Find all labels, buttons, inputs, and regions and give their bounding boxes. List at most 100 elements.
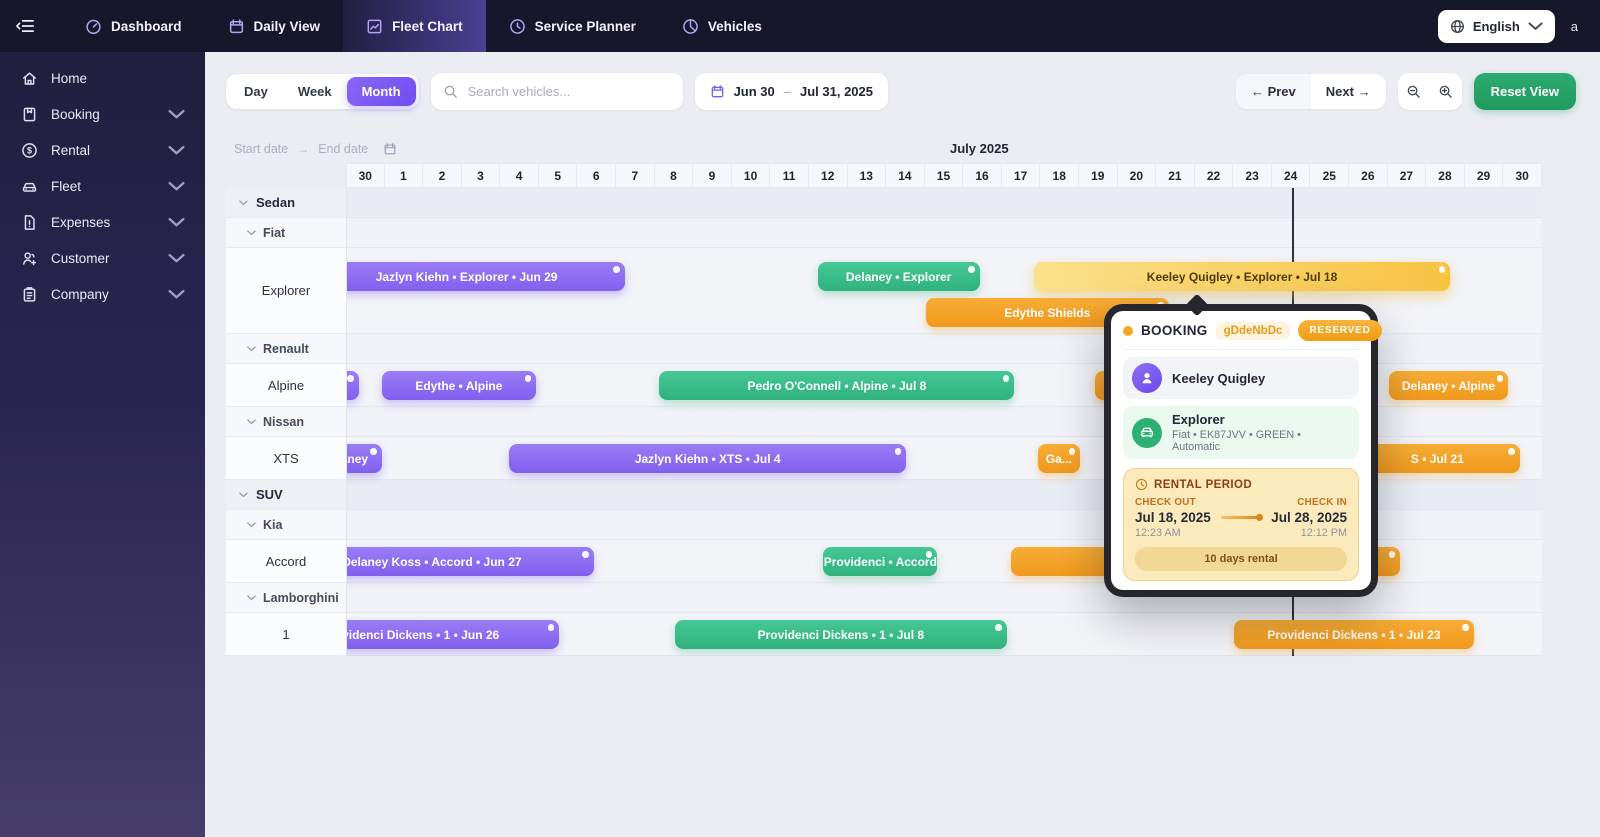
day-cell[interactable]: 21 <box>1156 163 1195 188</box>
zoom-in-button[interactable] <box>1430 73 1462 110</box>
day-cell[interactable]: 29 <box>1465 163 1504 188</box>
day-cell[interactable]: 18 <box>1040 163 1079 188</box>
prev-button[interactable]: ← Prev <box>1236 74 1311 109</box>
booking-bar[interactable]: Providenci Dickens • 1 • Jun 26 <box>347 620 559 649</box>
booking-bar-label: Providenci Dickens • 1 • Jul 8 <box>758 628 924 642</box>
booking-bar[interactable]: Jazlyn Kiehn • XTS • Jul 4 <box>509 444 906 473</box>
day-cell[interactable]: 3 <box>462 163 501 188</box>
booking-status-dot <box>1123 326 1133 336</box>
sidebar-item-rental[interactable]: $Rental <box>0 132 205 168</box>
check-in-label: CHECK IN <box>1297 497 1347 508</box>
booking-bar[interactable]: Ga... <box>1038 444 1080 473</box>
booking-bar[interactable]: Jazlyn Kiehn • Explorer • Jun 29 <box>347 262 625 291</box>
row-header-fiat[interactable]: Fiat <box>226 218 346 248</box>
day-cell[interactable]: 8 <box>655 163 694 188</box>
day-cell[interactable]: 10 <box>732 163 771 188</box>
nav-tab-fleet-chart[interactable]: Fleet Chart <box>343 0 486 52</box>
day-cell[interactable]: 23 <box>1233 163 1272 188</box>
row-header-lamborghini[interactable]: Lamborghini <box>226 583 346 613</box>
booking-bar[interactable]: Providenci Dickens • 1 • Jul 23 <box>1234 620 1473 649</box>
sidebar-item-expenses[interactable]: Expenses <box>0 204 205 240</box>
nav-tab-vehicles[interactable]: Vehicles <box>659 0 785 52</box>
view-mode-month[interactable]: Month <box>347 77 416 106</box>
day-cell[interactable]: 17 <box>1002 163 1041 188</box>
day-cell[interactable]: 30 <box>346 163 385 188</box>
zoom-in-icon <box>1438 84 1453 99</box>
nav-tab-dashboard[interactable]: Dashboard <box>62 0 205 52</box>
day-cell[interactable]: 4 <box>500 163 539 188</box>
row-header-suv[interactable]: SUV <box>226 480 346 510</box>
customer-avatar <box>1132 363 1162 393</box>
booking-popover: BOOKING gDdeNbDc RESERVED Keeley Quigley… <box>1104 304 1378 597</box>
booking-bar-dot <box>895 448 902 455</box>
day-cell[interactable]: 7 <box>616 163 655 188</box>
day-cell[interactable]: 2 <box>423 163 462 188</box>
day-cell[interactable]: 20 <box>1118 163 1157 188</box>
row-header-nissan[interactable]: Nissan <box>226 407 346 437</box>
sidebar-item-label: Expenses <box>51 215 110 230</box>
booking-bar-dot <box>1497 375 1504 382</box>
sidebar-item-booking[interactable]: Booking <box>0 96 205 132</box>
day-cell[interactable]: 26 <box>1349 163 1388 188</box>
chev-icon <box>247 595 256 601</box>
row-header-sedan[interactable]: Sedan <box>226 188 346 218</box>
booking-bar[interactable]: Delaney Koss • Accord • Jun 27 <box>347 547 594 576</box>
sidebar-item-label: Home <box>51 71 87 86</box>
day-cell[interactable]: 15 <box>925 163 964 188</box>
sidebar-item-home[interactable]: Home <box>0 60 205 96</box>
search-input[interactable] <box>466 83 671 100</box>
booking-bar[interactable]: Delaney <box>347 444 382 473</box>
dashboard-icon <box>85 18 102 35</box>
nav-tab-service-planner[interactable]: Service Planner <box>486 0 659 52</box>
day-cell[interactable]: 22 <box>1195 163 1234 188</box>
booking-bar-label: Providenci • Accord <box>824 555 937 569</box>
booking-bar[interactable]: Keeley Quigley • Explorer • Jul 18 <box>1034 262 1451 291</box>
day-cell[interactable]: 13 <box>848 163 887 188</box>
zoom-out-button[interactable] <box>1398 73 1430 110</box>
row-label: Lamborghini <box>263 591 339 605</box>
day-cell[interactable]: 9 <box>693 163 732 188</box>
sidebar-item-label: Booking <box>51 107 100 122</box>
next-button[interactable]: Next → <box>1311 74 1386 109</box>
sidebar-item-company[interactable]: Company <box>0 276 205 312</box>
date-filter[interactable]: Start date → End date <box>234 142 397 156</box>
day-cell[interactable]: 30 <box>1503 163 1542 188</box>
day-cell[interactable]: 1 <box>385 163 424 188</box>
booking-bar[interactable] <box>347 371 359 400</box>
booking-bar-label: Delaney Koss • Accord • Jun 27 <box>347 555 522 569</box>
toolbar: DayWeekMonth Jun 30 – Jul 31, 2025 ← Pre… <box>226 72 1576 110</box>
row-header-kia[interactable]: Kia <box>226 510 346 540</box>
reset-view-button[interactable]: Reset View <box>1474 73 1576 110</box>
day-cell[interactable]: 12 <box>809 163 848 188</box>
chev-icon <box>168 106 185 123</box>
sidebar-item-customer[interactable]: Customer <box>0 240 205 276</box>
view-mode-day[interactable]: Day <box>229 77 283 106</box>
day-cell[interactable]: 6 <box>577 163 616 188</box>
day-cell[interactable]: 28 <box>1426 163 1465 188</box>
day-cell[interactable]: 27 <box>1388 163 1427 188</box>
day-cell[interactable]: 14 <box>886 163 925 188</box>
booking-bar[interactable]: Edythe • Alpine <box>382 371 536 400</box>
day-cell[interactable]: 25 <box>1310 163 1349 188</box>
booking-bar[interactable]: Pedro O'Connell • Alpine • Jul 8 <box>659 371 1014 400</box>
chev-icon <box>168 178 185 195</box>
sidebar-item-fleet[interactable]: Fleet <box>0 168 205 204</box>
date-range-picker[interactable]: Jun 30 – Jul 31, 2025 <box>695 73 888 110</box>
day-cell[interactable]: 5 <box>539 163 578 188</box>
booking-bar[interactable]: Delaney • Explorer <box>818 262 980 291</box>
day-cell[interactable]: 19 <box>1079 163 1118 188</box>
sidebar-collapse-button[interactable] <box>0 0 50 52</box>
language-selector[interactable]: English <box>1438 10 1555 43</box>
booking-bar[interactable]: Providenci • Accord <box>823 547 937 576</box>
row-header-renault[interactable]: Renault <box>226 334 346 364</box>
booking-bar[interactable]: Delaney • Alpine <box>1389 371 1509 400</box>
user-avatar-text[interactable]: a <box>1571 19 1578 34</box>
day-cell[interactable]: 11 <box>770 163 809 188</box>
day-cell[interactable]: 16 <box>963 163 1002 188</box>
day-cell[interactable]: 24 <box>1272 163 1311 188</box>
view-mode-week[interactable]: Week <box>283 77 347 106</box>
check-out-date: Jul 18, 2025 <box>1135 510 1211 525</box>
nav-tab-daily-view[interactable]: Daily View <box>205 0 344 52</box>
booking-bar[interactable]: Providenci Dickens • 1 • Jul 8 <box>675 620 1007 649</box>
date-range-separator: – <box>784 84 791 99</box>
